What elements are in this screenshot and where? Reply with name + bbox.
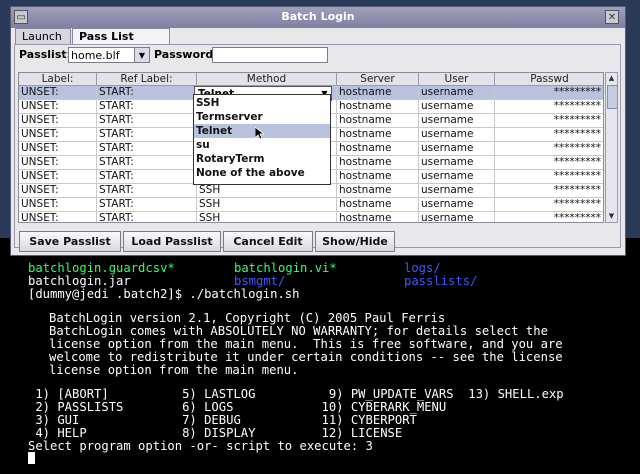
column-header-method[interactable]: Method: [197, 73, 337, 86]
column-header-label[interactable]: Label:: [19, 73, 97, 86]
cell-server[interactable]: hostname: [337, 100, 419, 114]
mouse-pointer-icon: [255, 127, 264, 140]
window-title: Batch Login: [281, 10, 355, 23]
table-scrollbar[interactable]: ▲ ▼: [605, 72, 618, 223]
cell-ref-label[interactable]: START:: [97, 170, 197, 184]
load-passlist-button[interactable]: Load Passlist: [123, 231, 221, 252]
cell-ref-label[interactable]: START:: [97, 156, 197, 170]
scroll-down-icon[interactable]: ▼: [606, 211, 617, 222]
cell-user[interactable]: username: [419, 142, 495, 156]
cell-ref-label[interactable]: START:: [97, 86, 197, 100]
method-option-ssh[interactable]: SSH: [194, 96, 330, 110]
show-hide-button[interactable]: Show/Hide: [315, 231, 395, 252]
terminal-cursor: [28, 452, 35, 464]
cell-user[interactable]: username: [419, 170, 495, 184]
save-passlist-button[interactable]: Save Passlist: [19, 231, 121, 252]
cell-label[interactable]: UNSET:: [19, 128, 97, 142]
cell-label[interactable]: UNSET:: [19, 184, 97, 198]
scrollbar-thumb[interactable]: [607, 85, 618, 109]
close-icon[interactable]: ✕: [605, 10, 619, 24]
cell-method[interactable]: SSH: [197, 212, 337, 222]
cell-method[interactable]: SSH: [197, 184, 337, 198]
tab-pass-list-editor[interactable]: Pass List Editor: [72, 28, 170, 59]
cell-server[interactable]: hostname: [337, 198, 419, 212]
password-label: Password:: [154, 48, 218, 61]
cell-passwd[interactable]: *********: [495, 156, 603, 170]
method-option-termserver[interactable]: Termserver: [194, 110, 330, 124]
cell-server[interactable]: hostname: [337, 128, 419, 142]
batch-login-window: ▭ Batch Login ✕ Launch Pass List Editor …: [10, 6, 626, 256]
method-option-rotaryterm[interactable]: RotaryTerm: [194, 152, 330, 166]
cell-user[interactable]: username: [419, 86, 495, 100]
terminal[interactable]: batchlogin.guardcsv* batchlogin.vi* logs…: [0, 238, 640, 474]
column-header-ref-label[interactable]: Ref Label:: [97, 73, 197, 86]
cell-passwd[interactable]: *********: [495, 114, 603, 128]
passlist-label: Passlist:: [19, 48, 72, 61]
cell-passwd[interactable]: *********: [495, 170, 603, 184]
cell-server[interactable]: hostname: [337, 86, 419, 100]
column-header-server[interactable]: Server: [337, 73, 419, 86]
cell-passwd[interactable]: *********: [495, 198, 603, 212]
cell-user[interactable]: username: [419, 128, 495, 142]
method-option-su[interactable]: su: [194, 138, 330, 152]
cell-server[interactable]: hostname: [337, 156, 419, 170]
cell-passwd[interactable]: *********: [495, 128, 603, 142]
cell-label[interactable]: UNSET:: [19, 212, 97, 222]
cell-passwd[interactable]: *********: [495, 100, 603, 114]
cell-label[interactable]: UNSET:: [19, 114, 97, 128]
term-prompt: [dummy@jedi .batch2]$ ./batchlogin.sh: [28, 287, 300, 301]
cell-user[interactable]: username: [419, 156, 495, 170]
cell-user[interactable]: username: [419, 114, 495, 128]
cell-passwd[interactable]: *********: [495, 184, 603, 198]
cell-ref-label[interactable]: START:: [97, 184, 197, 198]
column-header-user[interactable]: User: [419, 73, 495, 86]
cell-method[interactable]: SSH: [197, 198, 337, 212]
passlist-select[interactable]: home.blf: [68, 47, 135, 63]
term-select-prompt: Select program option -or- script to exe…: [28, 439, 373, 453]
title-bar[interactable]: ▭ Batch Login ✕: [11, 7, 625, 28]
cell-label[interactable]: UNSET:: [19, 198, 97, 212]
column-header-passwd[interactable]: Passwd: [495, 73, 603, 86]
cancel-edit-button[interactable]: Cancel Edit: [223, 231, 313, 252]
scroll-up-icon[interactable]: ▲: [606, 73, 617, 84]
cell-user[interactable]: username: [419, 100, 495, 114]
cell-passwd[interactable]: *********: [495, 86, 603, 100]
cell-ref-label[interactable]: START:: [97, 212, 197, 222]
cell-server[interactable]: hostname: [337, 142, 419, 156]
cell-user[interactable]: username: [419, 212, 495, 222]
cell-label[interactable]: UNSET:: [19, 86, 97, 100]
cell-label[interactable]: UNSET:: [19, 100, 97, 114]
password-field[interactable]: [212, 47, 328, 63]
cell-server[interactable]: hostname: [337, 184, 419, 198]
cell-server[interactable]: hostname: [337, 114, 419, 128]
method-option-none[interactable]: None of the above: [194, 166, 330, 180]
cell-ref-label[interactable]: START:: [97, 128, 197, 142]
tab-launch[interactable]: Launch: [15, 28, 71, 44]
cell-label[interactable]: UNSET:: [19, 142, 97, 156]
chevron-down-icon[interactable]: ▼: [134, 47, 150, 63]
cell-passwd[interactable]: *********: [495, 142, 603, 156]
cell-server[interactable]: hostname: [337, 212, 419, 222]
cell-label[interactable]: UNSET:: [19, 156, 97, 170]
cell-ref-label[interactable]: START:: [97, 114, 197, 128]
term-dir-passlists: passlists/: [404, 274, 478, 288]
term-banner-line: license option from the main menu.: [49, 363, 299, 377]
cell-user[interactable]: username: [419, 198, 495, 212]
cell-ref-label[interactable]: START:: [97, 198, 197, 212]
cell-user[interactable]: username: [419, 184, 495, 198]
cell-ref-label[interactable]: START:: [97, 142, 197, 156]
cell-server[interactable]: hostname: [337, 170, 419, 184]
cell-label[interactable]: UNSET:: [19, 170, 97, 184]
cell-passwd[interactable]: *********: [495, 212, 603, 222]
cell-ref-label[interactable]: START:: [97, 100, 197, 114]
